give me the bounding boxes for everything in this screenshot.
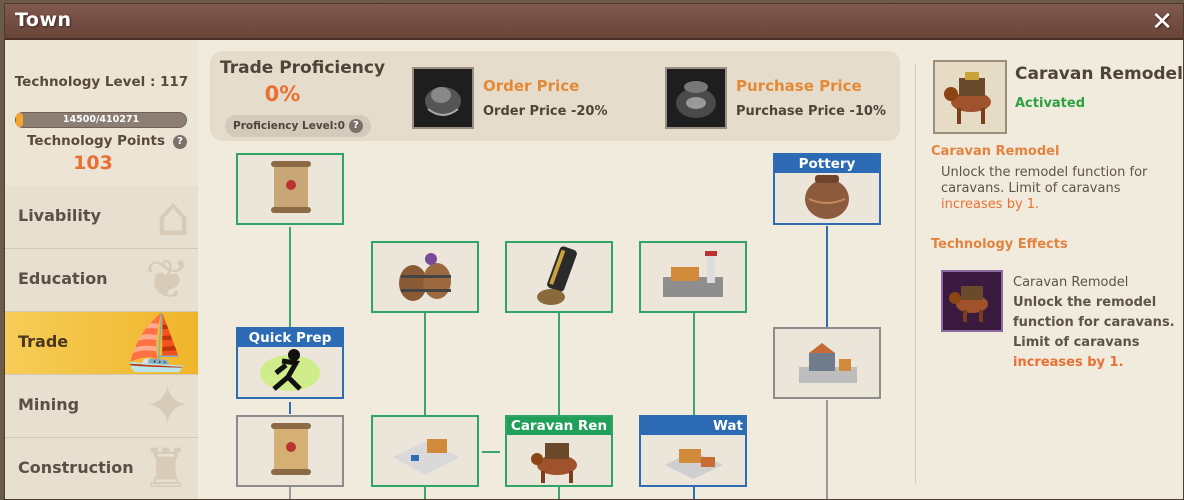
help-icon[interactable]: ? bbox=[348, 119, 363, 133]
tab-education[interactable]: ❦ Education bbox=[5, 249, 198, 312]
description-line: Unlock the remodel function for bbox=[941, 165, 1148, 180]
effect-line: Limit of caravans bbox=[1013, 335, 1140, 350]
close-icon[interactable]: ✕ bbox=[1151, 7, 1173, 37]
warehouse-icon bbox=[393, 439, 459, 475]
connector bbox=[826, 226, 828, 328]
tab-mining[interactable]: ✦ Mining bbox=[5, 375, 198, 438]
connector bbox=[558, 486, 560, 499]
running-man-icon bbox=[260, 349, 320, 391]
house-icon bbox=[665, 449, 723, 479]
pottery-icon bbox=[805, 175, 849, 219]
caravan-icon bbox=[531, 443, 577, 483]
effect-line: function for caravans. bbox=[1013, 315, 1175, 330]
coin-bag-icon bbox=[665, 67, 727, 129]
tech-node-scroll[interactable] bbox=[236, 153, 344, 225]
detail-title: Caravan Remodel bbox=[1015, 64, 1183, 84]
tech-node-caravan-remodel[interactable]: Caravan Ren bbox=[505, 415, 613, 487]
tech-node-pottery[interactable]: Pottery bbox=[773, 153, 881, 225]
scroll-icon bbox=[271, 161, 311, 213]
node-title: Pottery bbox=[775, 155, 879, 173]
trade-proficiency-title: Trade Proficiency bbox=[220, 58, 386, 78]
telescope-icon bbox=[537, 246, 577, 305]
connector bbox=[558, 311, 560, 415]
tab-label: Mining bbox=[18, 395, 80, 414]
scroll-icon bbox=[271, 423, 311, 475]
tech-node-quick-prep[interactable]: Quick Prep bbox=[236, 327, 344, 399]
tab-label: Trade bbox=[18, 332, 69, 351]
saddle-bag-icon bbox=[412, 67, 474, 129]
detail-description: Unlock the remodel function for caravans… bbox=[941, 165, 1147, 213]
connector bbox=[693, 486, 695, 499]
order-price-desc: Order Price -20% bbox=[483, 104, 608, 119]
title-bar: Town ✕ bbox=[5, 4, 1183, 40]
window-title: Town bbox=[15, 9, 72, 31]
node-title: Caravan Ren bbox=[507, 417, 611, 435]
connector bbox=[424, 311, 426, 415]
effect-description: Caravan Remodel Unlock the remodel funct… bbox=[1013, 273, 1175, 373]
trade-proficiency-percent: 0% bbox=[264, 82, 301, 106]
tab-trade[interactable]: ⛵ Trade bbox=[5, 312, 198, 375]
effect-name: Caravan Remodel bbox=[1013, 275, 1129, 290]
order-price-title: Order Price bbox=[483, 77, 580, 95]
proficiency-level-text: Proficiency Level:0 bbox=[233, 120, 345, 132]
panel-divider bbox=[915, 64, 916, 484]
detail-section-heading: Caravan Remodel bbox=[931, 144, 1060, 159]
tech-node-telescope[interactable] bbox=[505, 241, 613, 313]
technology-points-value: 103 bbox=[73, 152, 113, 174]
tab-livability[interactable]: ⌂ Livability bbox=[5, 186, 198, 249]
help-icon[interactable]: ? bbox=[173, 135, 187, 149]
description-line: caravans. Limit of caravans bbox=[941, 181, 1121, 196]
connector bbox=[289, 402, 291, 414]
tech-node-scroll-2[interactable] bbox=[236, 415, 344, 487]
node-title: Wat bbox=[641, 417, 745, 435]
port-icon bbox=[663, 251, 723, 297]
town-window: Town ✕ Technology Level : 117 14500/4102… bbox=[4, 3, 1184, 500]
connector bbox=[826, 400, 828, 499]
tech-node-water[interactable]: Wat bbox=[639, 415, 747, 487]
description-line-highlight: increases by 1. bbox=[941, 197, 1040, 212]
purchase-price-title: Purchase Price bbox=[736, 77, 862, 95]
tab-label: Livability bbox=[18, 206, 101, 225]
caravan-effect-icon bbox=[941, 270, 1003, 332]
tab-label: Education bbox=[18, 269, 108, 288]
leaf-icon: ❦ bbox=[144, 249, 190, 311]
barrels-icon bbox=[399, 253, 451, 301]
effect-line-highlight: increases by 1. bbox=[1013, 355, 1124, 370]
tech-node-warehouse[interactable] bbox=[371, 415, 479, 487]
house-icon: ⌂ bbox=[155, 186, 190, 248]
effect-line: Unlock the remodel bbox=[1013, 295, 1157, 310]
node-title: Quick Prep bbox=[238, 329, 342, 347]
detail-status: Activated bbox=[1015, 96, 1086, 111]
tab-label: Construction bbox=[18, 458, 134, 477]
trade-proficiency-banner: Trade Proficiency 0% Proficiency Level:0… bbox=[210, 51, 900, 141]
progress-text: 14500/410271 bbox=[62, 114, 140, 125]
tech-node-port[interactable] bbox=[639, 241, 747, 313]
purchase-price-desc: Purchase Price -10% bbox=[736, 104, 886, 119]
town-icon bbox=[799, 343, 857, 383]
technology-progress-bar: 14500/410271 bbox=[15, 112, 187, 128]
technology-points-label: Technology Points bbox=[27, 133, 166, 149]
tech-node-market-town[interactable] bbox=[773, 327, 881, 399]
connector bbox=[289, 227, 291, 329]
connector bbox=[693, 311, 695, 415]
technology-effects-heading: Technology Effects bbox=[931, 237, 1068, 252]
sidebar: Technology Level : 117 14500/410271 Tech… bbox=[5, 40, 198, 499]
connector bbox=[482, 451, 500, 453]
crystal-icon: ✦ bbox=[144, 375, 190, 437]
tab-construction[interactable]: ♜ Construction bbox=[5, 438, 198, 500]
ship-icon: ⛵ bbox=[122, 312, 190, 374]
caravan-icon bbox=[933, 60, 1007, 134]
proficiency-level[interactable]: Proficiency Level:0? bbox=[225, 115, 371, 137]
castle-icon: ♜ bbox=[141, 438, 190, 500]
tech-node-barrels[interactable] bbox=[371, 241, 479, 313]
technology-level: Technology Level : 117 bbox=[14, 74, 189, 90]
